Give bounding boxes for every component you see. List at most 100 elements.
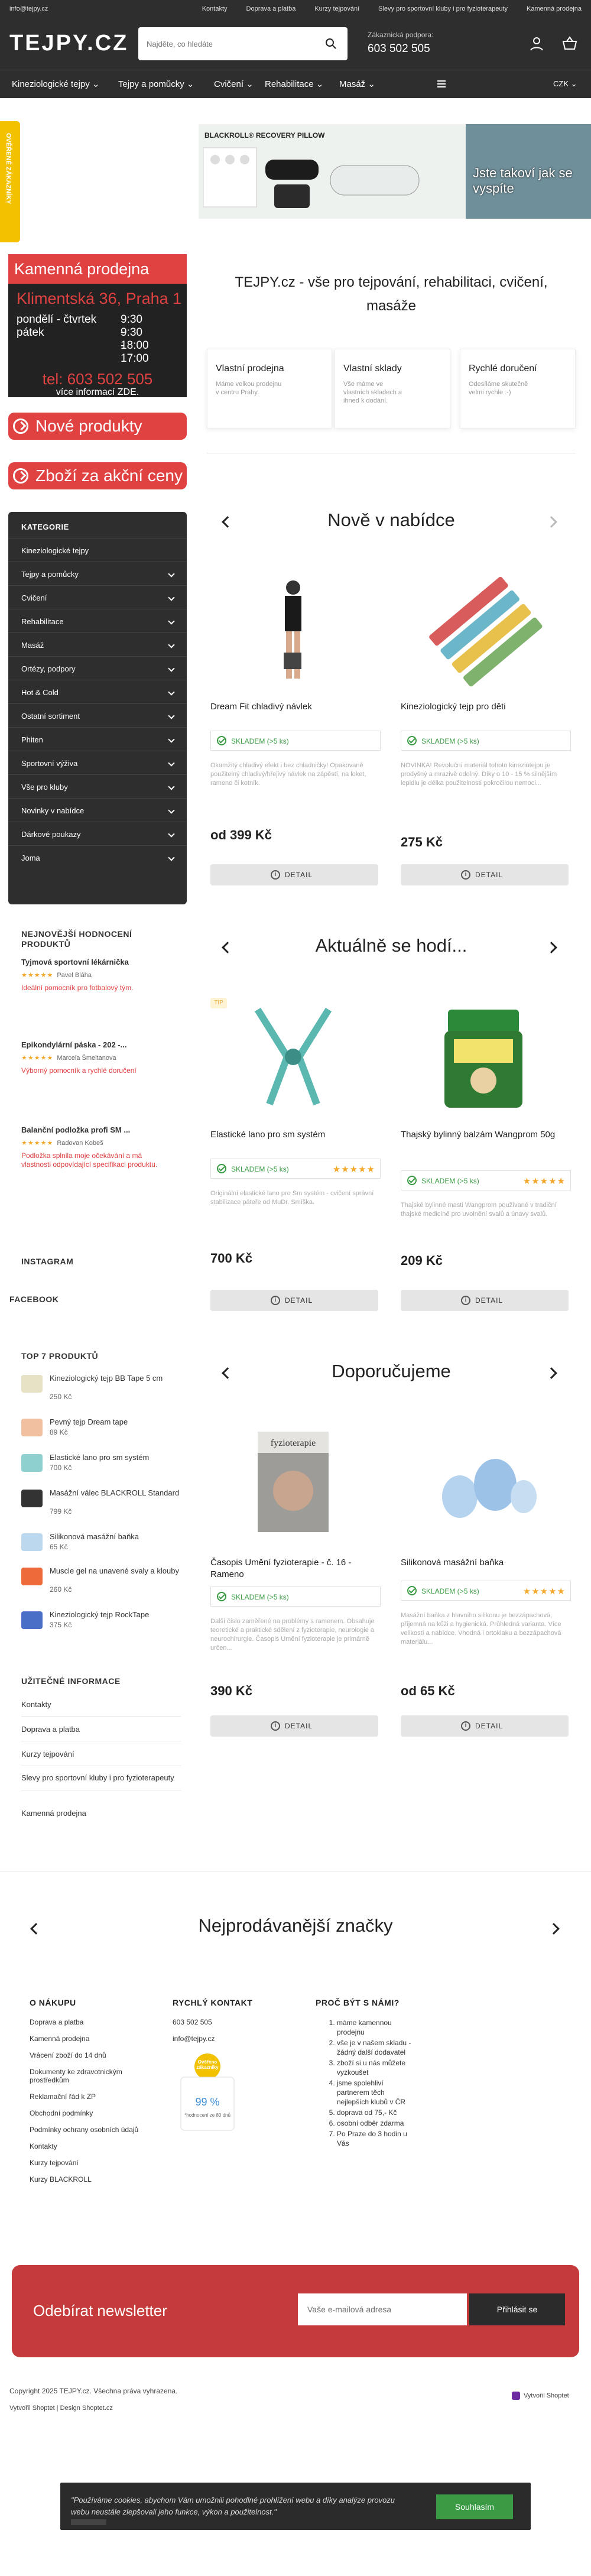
cookie-settings-link[interactable] (71, 2519, 106, 2525)
user-icon[interactable] (528, 35, 545, 52)
review-item[interactable]: Tyjmová sportovní lékárnička ★★★★★ Pavel … (21, 958, 163, 992)
top-product[interactable]: Pevný tejp Dream tape 89 Kč (21, 1415, 181, 1448)
category-item[interactable]: Hot & Cold (8, 680, 187, 703)
currency-select[interactable]: CZK ⌄ (553, 79, 577, 89)
main-nav: Kineziologické tejpy ⌄ Tejpy a pomůcky ⌄… (0, 70, 591, 98)
category-item[interactable]: Masáž (8, 632, 187, 656)
footer-phone[interactable]: 603 502 505 (173, 2018, 291, 2026)
product-name[interactable]: Dream Fit chladivý návlek (210, 701, 381, 713)
footer-link[interactable]: Podmínky ochrany osobních údajů (30, 2126, 148, 2134)
top-product[interactable]: Elastické lano pro sm systém 700 Kč (21, 1451, 181, 1484)
footer-link[interactable]: Kurzy BLACKROLL (30, 2175, 148, 2184)
info-link[interactable]: Slevy pro sportovní kluby i pro fyzioter… (21, 1773, 181, 1790)
category-item[interactable]: Kineziologické tejpy (8, 538, 187, 562)
category-item[interactable]: Joma (8, 845, 187, 869)
category-item[interactable]: Sportovní výživa (8, 751, 187, 774)
footer-link[interactable]: Vrácení zboží do 14 dnů (30, 2051, 148, 2059)
topbar-link[interactable]: Kamenná prodejna (527, 5, 582, 12)
detail-button[interactable]: i DETAIL (401, 1715, 569, 1737)
product-name[interactable]: Kineziologický tejp pro děti (401, 701, 571, 713)
review-item[interactable]: Epikondylární páska - 202 -... ★★★★★ Marc… (21, 1040, 163, 1075)
product-name[interactable]: Elastické lano pro sm systém (210, 1129, 381, 1141)
footer-link[interactable]: Obchodní podmínky (30, 2109, 148, 2117)
topbar-link[interactable]: Slevy pro sportovní kluby i pro fyzioter… (378, 5, 508, 12)
top-product[interactable]: Kineziologický tejp BB Tape 5 cm 250 Kč (21, 1371, 181, 1404)
footer-link[interactable]: Reklamační řád k ZP (30, 2092, 148, 2101)
category-item[interactable]: Rehabilitace (8, 609, 187, 632)
category-item[interactable]: Ostatní sortiment (8, 703, 187, 727)
info-link[interactable]: Kamenná prodejna (21, 1809, 181, 1825)
top-product[interactable]: Muscle gel na unavené svaly a klouby 260 … (21, 1564, 181, 1597)
cookie-accept-button[interactable]: Souhlasím (436, 2494, 513, 2519)
footer-link[interactable]: Kurzy tejpování (30, 2159, 148, 2167)
product-name[interactable]: Silikonová masážní baňka (401, 1557, 571, 1569)
product-card[interactable]: fyzioterapie Časopis Umění fyzioterapie … (210, 1426, 381, 1737)
nav-item[interactable]: Rehabilitace ⌄ (265, 79, 323, 89)
product-card[interactable]: Thajský bylinný balzám Wangprom 50g SKLA… (401, 998, 571, 1317)
menu-icon[interactable] (436, 79, 447, 89)
detail-button[interactable]: i DETAIL (210, 1290, 378, 1311)
nav-item[interactable]: Tejpy a pomůcky ⌄ (118, 79, 194, 89)
top-product[interactable]: Kineziologický tejp RockTape 375 Kč (21, 1608, 181, 1641)
stock-label: SKLADEM (>5 ks) (231, 1165, 289, 1173)
nav-item[interactable]: Kineziologické tejpy ⌄ (12, 79, 100, 89)
category-item[interactable]: Ortézy, podpory (8, 656, 187, 680)
verified-badge[interactable]: Ověřeno zákazníky 99 % *hodnocení ze 80 … (175, 2051, 240, 2134)
site-logo[interactable]: TEJPY.CZ (9, 31, 128, 56)
cart-icon[interactable] (561, 35, 578, 52)
top-product[interactable]: Silikonová masážní baňka 65 Kč (21, 1530, 181, 1563)
detail-button[interactable]: i DETAIL (401, 1290, 569, 1311)
chevron-down-icon (168, 854, 175, 861)
search-icon[interactable] (325, 38, 337, 50)
nav-item[interactable]: Cvičení ⌄ (214, 79, 254, 89)
category-item[interactable]: Phiten (8, 727, 187, 751)
rating-stars: ★★★★★ (21, 1055, 54, 1062)
shoptet-logo[interactable]: Vytvořil Shoptet (512, 2392, 569, 2400)
category-item[interactable]: Cvičení (8, 585, 187, 609)
made-by[interactable]: Vytvořil Shoptet | Design Shoptet.cz (9, 2405, 113, 2412)
product-name[interactable]: Thajský bylinný balzám Wangprom 50g (401, 1129, 571, 1141)
store-box[interactable]: Kamenná prodejna Klimentská 36, Praha 1 … (8, 254, 187, 397)
new-products-button[interactable]: Nové produkty (8, 413, 187, 440)
category-item[interactable]: Dárkové poukazy (8, 822, 187, 845)
topbar-link[interactable]: Doprava a platba (246, 5, 296, 12)
detail-button[interactable]: i DETAIL (210, 864, 378, 885)
newsletter-submit-button[interactable]: Přihlásit se (469, 2293, 565, 2325)
info-link[interactable]: Kurzy tejpování (21, 1750, 181, 1766)
support-phone[interactable]: 603 502 505 (368, 43, 433, 56)
footer-link[interactable]: Kamenná prodejna (30, 2035, 148, 2043)
store-more-link[interactable]: více informací ZDE. (8, 387, 187, 398)
topbar-email[interactable]: info@tejpy.cz (9, 5, 48, 12)
store-phone[interactable]: tel: 603 502 505 (8, 370, 187, 388)
nav-item[interactable]: Masáž ⌄ (339, 79, 375, 89)
product-card[interactable]: Kineziologický tejp pro děti SKLADEM (>5… (401, 570, 571, 889)
top-product-name: Muscle gel na unavené svaly a klouby (50, 1566, 179, 1575)
category-item[interactable]: Vše pro kluby (8, 774, 187, 798)
product-name[interactable]: Časopis Umění fyzioterapie - č. 16 - Ram… (210, 1557, 381, 1581)
promo-banner[interactable]: BLACKROLL® RECOVERY PILLOW Jste takoví j… (199, 124, 591, 219)
verified-strip[interactable]: OVĚŘENÉ ZÁKAZNÍKY (0, 121, 20, 242)
instagram-title[interactable]: INSTAGRAM (21, 1257, 73, 1266)
detail-button[interactable]: i DETAIL (401, 864, 569, 885)
sale-products-button[interactable]: Zboží za akční ceny (8, 462, 187, 489)
product-card[interactable]: Silikonová masážní baňka SKLADEM (>5 ks)… (401, 1426, 571, 1737)
topbar-link[interactable]: Kurzy tejpování (314, 5, 359, 12)
footer-email[interactable]: info@tejpy.cz (173, 2035, 291, 2043)
facebook-title[interactable]: FACEBOOK (9, 1295, 59, 1304)
top-product[interactable]: Masážní válec BLACKROLL Standard 799 Kč (21, 1486, 181, 1519)
info-link[interactable]: Kontakty (21, 1700, 181, 1717)
review-item[interactable]: Balanční podložka profi SM ... ★★★★★ Rado… (21, 1125, 163, 1169)
newsletter-email-input[interactable] (298, 2293, 467, 2325)
category-item[interactable]: Tejpy a pomůcky (8, 562, 187, 585)
search-input[interactable] (147, 37, 318, 51)
store-hours: pondělí - čtvrtek 9:30 - 18:00 pátek 9:30 … (17, 313, 149, 365)
category-item[interactable]: Novinky v nabídce (8, 798, 187, 822)
footer-link[interactable]: Dokumenty ke zdravotnickým prostředkům (30, 2068, 148, 2084)
footer-link[interactable]: Doprava a platba (30, 2018, 148, 2026)
info-link[interactable]: Doprava a platba (21, 1725, 181, 1741)
detail-button[interactable]: i DETAIL (210, 1715, 378, 1737)
product-card[interactable]: Dream Fit chladivý návlek SKLADEM (>5 ks… (210, 570, 381, 889)
footer-link[interactable]: Kontakty (30, 2142, 148, 2150)
topbar-link[interactable]: Kontakty (202, 5, 228, 12)
product-card[interactable]: TIP Elastické lano pro sm systém SKLADEM… (210, 998, 381, 1317)
